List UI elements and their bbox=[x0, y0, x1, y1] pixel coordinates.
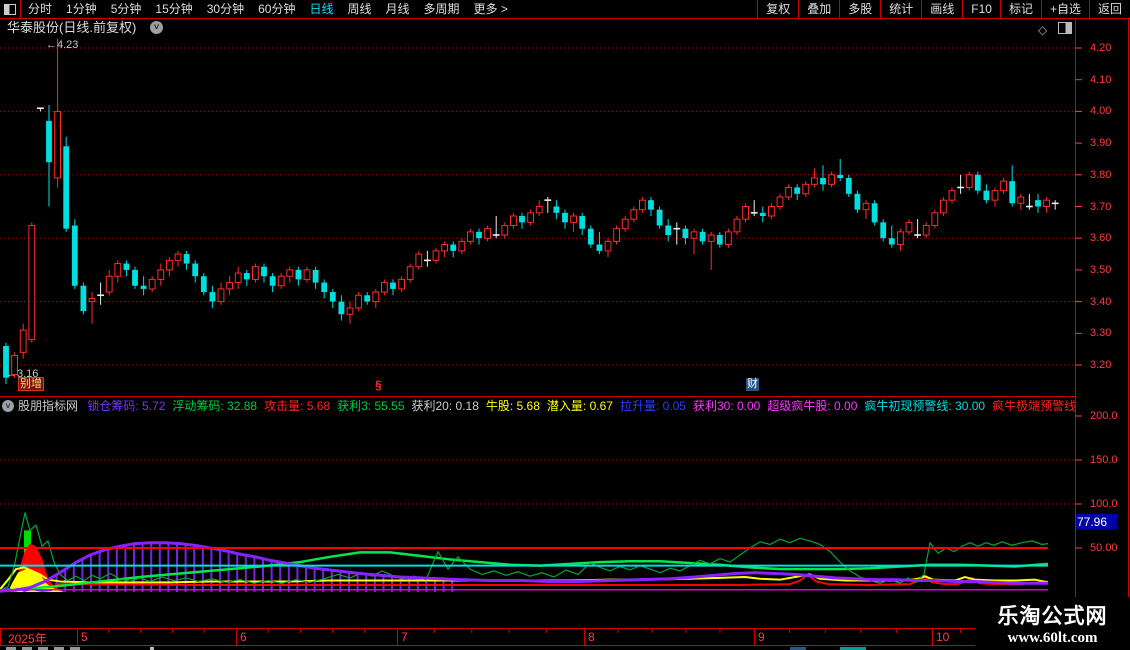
window-panel-icon[interactable] bbox=[0, 0, 21, 18]
top-toolbar: 分时 1分钟 5分钟 15分钟 30分钟 60分钟 日线 周线 月线 多周期 更多 > 复权 叠加 多股… bbox=[0, 0, 1130, 19]
diamond-icon[interactable]: ◇ bbox=[1038, 21, 1047, 39]
tool-item-6[interactable]: 标记 bbox=[999, 0, 1041, 18]
chevron-down-icon[interactable]: ˅ bbox=[150, 21, 163, 34]
month-label-10: 10 bbox=[936, 630, 950, 644]
event-marker[interactable]: § bbox=[375, 379, 382, 392]
collapse-icon[interactable]: ˅ bbox=[2, 399, 14, 412]
price-axis-label: 4.00 bbox=[1090, 105, 1112, 118]
tool-item-5[interactable]: F10 bbox=[962, 0, 1000, 18]
tool-item-3[interactable]: 统计 bbox=[880, 0, 921, 18]
indicator-param-6: 潜入量: 0.67 bbox=[546, 399, 613, 413]
indicator-axis-label: 100.0 bbox=[1090, 498, 1118, 510]
period-menu: 分时 1分钟 5分钟 15分钟 30分钟 60分钟 日线 周线 月线 多周期 更多 > bbox=[21, 0, 515, 18]
period-item-4[interactable]: 30分钟 bbox=[200, 0, 251, 18]
month-label-8: 8 bbox=[588, 630, 595, 644]
year-label: 2025年 bbox=[8, 632, 47, 646]
tool-item-8[interactable]: 返回 bbox=[1088, 0, 1130, 18]
indicator-value-badge: 77.96 bbox=[1076, 514, 1117, 530]
tool-item-2[interactable]: 多股 bbox=[839, 0, 880, 18]
indicator-axis-label: 200.0 bbox=[1090, 410, 1118, 422]
chart-canvas[interactable] bbox=[0, 0, 1130, 650]
month-label-6: 6 bbox=[240, 630, 247, 644]
event-marker[interactable]: 别增 bbox=[18, 377, 44, 391]
indicator-params-row: ˅ 股朋指标网 锁仓筹码: 5.72 浮动筹码: 32.88 攻击量: 5.68 获利3… bbox=[0, 398, 1075, 414]
month-label-5: 5 bbox=[81, 630, 88, 644]
indicator-param-5: 牛股: 5.68 bbox=[485, 399, 540, 413]
price-axis-label: 3.50 bbox=[1090, 263, 1112, 276]
price-axis-label: 3.70 bbox=[1090, 200, 1112, 213]
tool-item-7[interactable]: +自选 bbox=[1040, 0, 1089, 18]
chart-title-row: 华泰股份(日线.前复权) ˅ ◇ bbox=[0, 19, 1130, 37]
price-axis-label: 3.20 bbox=[1090, 359, 1112, 371]
indicator-name[interactable]: 股朋指标网 bbox=[18, 399, 78, 413]
indicator-param-8: 获利30: 0.00 bbox=[692, 399, 761, 413]
tool-item-0[interactable]: 复权 bbox=[757, 0, 798, 18]
period-item-5[interactable]: 60分钟 bbox=[251, 0, 302, 18]
indicator-param-1: 浮动筹码: 32.88 bbox=[172, 399, 258, 413]
period-item-10[interactable]: 更多 > bbox=[467, 0, 515, 18]
trading-app-window: 分时 1分钟 5分钟 15分钟 30分钟 60分钟 日线 周线 月线 多周期 更多 > 复权 叠加 多股… bbox=[0, 0, 1130, 650]
period-item-3[interactable]: 15分钟 bbox=[148, 0, 199, 18]
watermark-site-name: 乐淘公式网 bbox=[997, 605, 1108, 628]
price-annotation: ←4.23 bbox=[46, 39, 79, 51]
price-axis-label: 3.30 bbox=[1090, 327, 1112, 340]
indicator-param-4: 获利20: 0.18 bbox=[411, 399, 479, 413]
indicator-param-2: 攻击量: 5.68 bbox=[264, 399, 331, 413]
event-marker[interactable]: 财 bbox=[746, 378, 759, 391]
period-item-2[interactable]: 5分钟 bbox=[104, 0, 149, 18]
indicator-param-0: 锁仓筹码: 5.72 bbox=[87, 399, 166, 413]
period-item-1[interactable]: 1分钟 bbox=[59, 0, 104, 18]
price-axis-label: 4.10 bbox=[1090, 73, 1112, 86]
split-panel-icon[interactable] bbox=[1058, 22, 1072, 34]
period-item-6[interactable]: 日线 bbox=[302, 0, 340, 18]
indicator-param-11: 疯牛极端预警线: 50. bbox=[992, 399, 1075, 413]
price-axis-label: 3.90 bbox=[1090, 137, 1112, 150]
period-item-9[interactable]: 多周期 bbox=[417, 0, 467, 18]
month-label-7: 7 bbox=[401, 630, 408, 644]
watermark-url: www.60lt.com bbox=[1007, 630, 1098, 646]
tool-item-1[interactable]: 叠加 bbox=[798, 0, 839, 18]
indicator-param-9: 超级疯牛股: 0.00 bbox=[767, 399, 858, 413]
price-axis-label: 3.40 bbox=[1090, 295, 1112, 308]
price-axis-label: 3.80 bbox=[1090, 168, 1112, 181]
indicator-axis-label: 150.0 bbox=[1090, 454, 1118, 466]
watermark: 乐淘公式网 www.60lt.com bbox=[975, 597, 1130, 650]
month-label-9: 9 bbox=[758, 630, 765, 644]
indicator-param-10: 疯牛初现预警线: 30.00 bbox=[864, 399, 986, 413]
period-item-0[interactable]: 分时 bbox=[21, 0, 59, 18]
price-axis-label: 3.60 bbox=[1090, 232, 1112, 245]
period-item-8[interactable]: 月线 bbox=[379, 0, 417, 18]
period-item-7[interactable]: 周线 bbox=[340, 0, 378, 18]
indicator-param-3: 获利3: 55.55 bbox=[337, 399, 405, 413]
stock-title[interactable]: 华泰股份(日线.前复权) bbox=[7, 19, 136, 37]
tools-menu: 复权 叠加 多股 统计 画线 F10 标记 +自选 返回 bbox=[757, 0, 1130, 18]
indicator-axis-label: 50.00 bbox=[1090, 542, 1118, 554]
indicator-param-7: 拉升量: 0.05 bbox=[619, 399, 686, 413]
tool-item-4[interactable]: 画线 bbox=[921, 0, 962, 18]
price-axis-label: 4.20 bbox=[1090, 42, 1112, 54]
